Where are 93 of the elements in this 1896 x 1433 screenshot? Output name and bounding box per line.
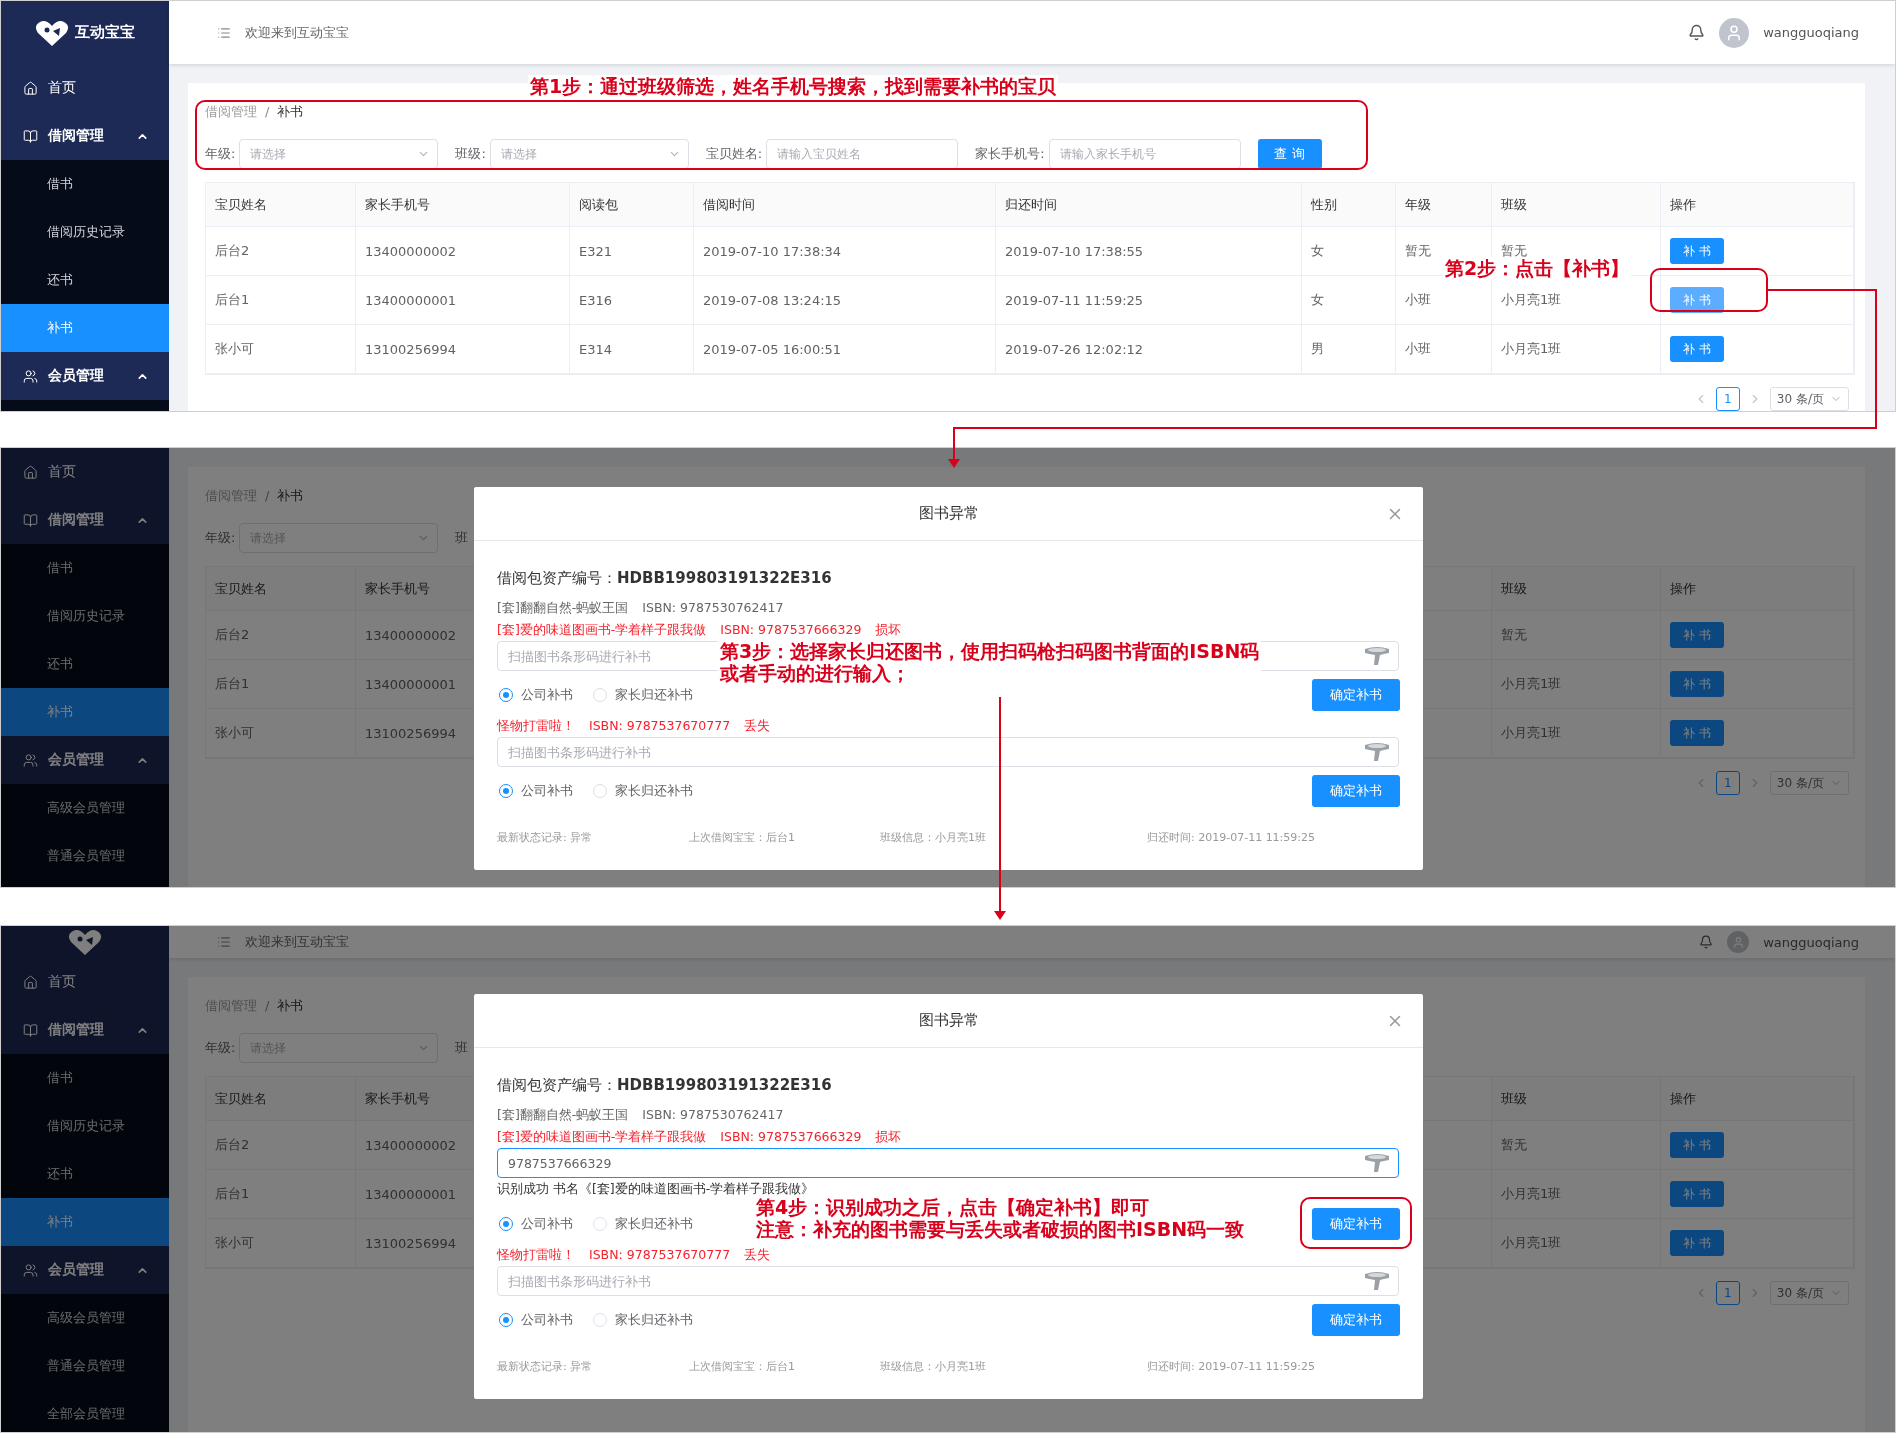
table-cell: 小月亮1班 <box>1492 325 1661 374</box>
filter-label: 年级: <box>205 145 236 163</box>
table-cell: 小月亮1班 <box>1492 709 1661 758</box>
isbn-text: ISBN: 9787530762417 <box>642 1106 784 1124</box>
table-cell: 暂无 <box>1492 611 1661 660</box>
column-header: 借阅时间 <box>694 183 996 227</box>
footer-info: 归还时间: 2019-07-11 11:59:25 <box>1147 1359 1317 1375</box>
breadcrumb-separator: / <box>265 487 270 505</box>
table-cell: 男 <box>1302 325 1396 374</box>
table-cell: 2019-07-05 16:00:51 <box>694 325 996 374</box>
table-cell: 2019-07-11 11:59:25 <box>996 276 1302 325</box>
table-cell: 小月亮1班 <box>1492 1219 1661 1268</box>
table-cell: 小月亮1班 <box>1492 660 1661 709</box>
table-cell: 后台2 <box>206 227 356 276</box>
sidebar-group-label: 会员管理 <box>48 1261 105 1279</box>
table-cell: 2019-07-10 17:38:34 <box>694 227 996 276</box>
column-header: 操作 <box>1661 183 1854 227</box>
filter-label: 家长手机号: <box>975 145 1045 163</box>
footer-info: 上次借阅宝宝：后台1 <box>689 830 796 846</box>
table-cell: 后台1 <box>206 660 356 709</box>
welcome-text: 欢迎来到互动宝宝 <box>245 933 349 951</box>
column-header: 宝贝姓名 <box>206 183 356 227</box>
column-header: 阅读包 <box>570 183 694 227</box>
table-cell: 13400000002 <box>356 227 570 276</box>
status-text: 损坏 <box>875 1128 902 1146</box>
sidebar-group-label: 借阅管理 <box>48 1021 105 1039</box>
breadcrumb-separator: / <box>265 997 270 1015</box>
table-cell: 2019-07-10 17:38:55 <box>996 227 1302 276</box>
dialog-title: 图书异常 <box>918 504 979 523</box>
table-cell: 小月亮1班 <box>1492 1170 1661 1219</box>
filter-label: 班 <box>455 1039 469 1057</box>
footer-info: 班级信息：小月亮1班 <box>880 1359 987 1375</box>
table-cell: 2019-07-26 12:02:12 <box>996 325 1302 374</box>
table-cell: 13100256994 <box>356 325 570 374</box>
sidebar-group-label: 借阅管理 <box>48 127 105 145</box>
column-header: 年级 <box>1396 183 1492 227</box>
column-header: 归还时间 <box>996 183 1302 227</box>
table-cell: 暂无 <box>1492 1121 1661 1170</box>
column-header: 宝贝姓名 <box>206 567 356 611</box>
column-header: 宝贝姓名 <box>206 1077 356 1121</box>
status-text: 丢失 <box>744 717 771 735</box>
step-note: 第1步：通过班级筛选，姓名手机号搜索，找到需要补书的宝贝 <box>528 75 1059 97</box>
table-cell: E316 <box>570 276 694 325</box>
step-note: 第4步：识别成功之后，点击【确定补书】即可 注意：补充的图书需要与丢失或者破损的图书ISBN码一致 <box>754 1196 1247 1240</box>
footer-info: 最新状态记录: 异常 <box>497 1359 594 1375</box>
breadcrumb-separator: / <box>265 103 270 121</box>
filter-label: 年级: <box>205 1039 236 1057</box>
isbn-text: ISBN: 9787537666329 <box>720 1128 862 1146</box>
isbn-text: ISBN: 9787537670777 <box>589 717 731 735</box>
dialog-title: 图书异常 <box>918 1011 979 1030</box>
sidebar-group-label: 首页 <box>48 79 77 97</box>
sidebar-group-label: 借阅管理 <box>48 511 105 529</box>
column-header: 性别 <box>1302 183 1396 227</box>
sidebar-group-label: 首页 <box>48 463 77 481</box>
footer-info: 班级信息：小月亮1班 <box>880 830 987 846</box>
status-text: 损坏 <box>875 621 902 639</box>
column-header: 班级 <box>1492 1077 1661 1121</box>
column-header: 操作 <box>1661 1077 1854 1121</box>
table-cell: E321 <box>570 227 694 276</box>
table-cell: 2019-07-08 13:24:15 <box>694 276 996 325</box>
isbn-text: ISBN: 9787530762417 <box>642 599 784 617</box>
status-text: 丢失 <box>744 1246 771 1264</box>
table-cell: 13400000001 <box>356 276 570 325</box>
filter-label: 班 <box>455 529 469 547</box>
logo-name: 互动宝宝 <box>75 23 135 42</box>
table-cell: 女 <box>1302 227 1396 276</box>
step-note: 第3步：选择家长归还图书，使用扫码枪扫码图书背面的ISBN码 或者手动的进行输入； <box>718 640 1262 684</box>
column-header: 班级 <box>1492 567 1661 611</box>
footer-info: 最新状态记录: 异常 <box>497 830 594 846</box>
table-cell: 后台1 <box>206 1170 356 1219</box>
table-cell: 张小可 <box>206 325 356 374</box>
table-cell: 张小可 <box>206 709 356 758</box>
table-cell: E314 <box>570 325 694 374</box>
welcome-text: 欢迎来到互动宝宝 <box>245 23 349 42</box>
column-header: 操作 <box>1661 567 1854 611</box>
table-cell: 小班 <box>1396 325 1492 374</box>
sidebar-group-label: 首页 <box>48 973 77 991</box>
table-cell: 后台2 <box>206 1121 356 1170</box>
table-cell: 后台1 <box>206 276 356 325</box>
filter-label: 年级: <box>205 529 236 547</box>
column-header: 班级 <box>1492 183 1661 227</box>
isbn-text: ISBN: 9787537670777 <box>589 1246 731 1264</box>
sidebar-group-label: 会员管理 <box>48 751 105 769</box>
column-header: 家长手机号 <box>356 183 570 227</box>
sidebar-group-label: 会员管理 <box>48 367 105 385</box>
table-cell: 后台2 <box>206 611 356 660</box>
table-cell: 女 <box>1302 276 1396 325</box>
isbn-text: ISBN: 9787537666329 <box>720 621 862 639</box>
footer-info: 归还时间: 2019-07-11 11:59:25 <box>1147 830 1317 846</box>
filter-label: 班级: <box>455 145 486 163</box>
filter-label: 宝贝姓名: <box>705 145 763 163</box>
footer-info: 上次借阅宝宝：后台1 <box>689 1359 796 1375</box>
table-cell: 张小可 <box>206 1219 356 1268</box>
